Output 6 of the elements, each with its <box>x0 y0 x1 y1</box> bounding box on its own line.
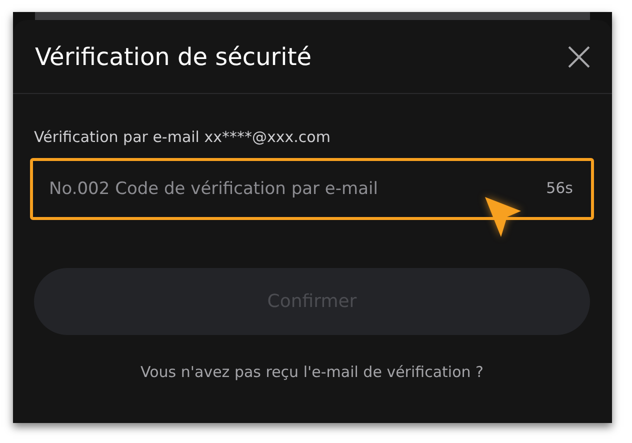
close-icon[interactable] <box>568 46 590 68</box>
email-label: Vérification par e-mail xx****@xxx.com <box>34 128 332 146</box>
resend-email-link[interactable]: Vous n'avez pas reçu l'e-mail de vérification ? <box>140 363 484 381</box>
countdown-timer: 56s <box>546 179 573 197</box>
dialog-title: Vérification de sécurité <box>35 42 312 70</box>
pointer-icon <box>483 195 523 239</box>
